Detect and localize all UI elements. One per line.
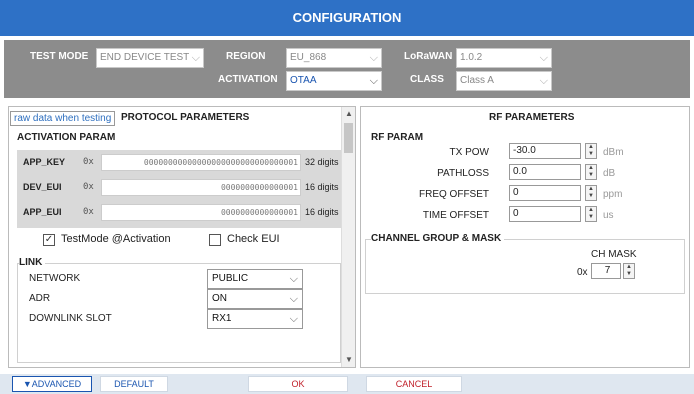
- activation-label: ACTIVATION: [218, 74, 278, 85]
- digits-hint: 16 digits: [305, 207, 339, 217]
- spinner-icon[interactable]: ▲ ▼: [585, 185, 597, 201]
- spinner-icon[interactable]: ▲ ▼: [585, 206, 597, 222]
- dev-eui-label: DEV_EUI: [23, 182, 62, 192]
- app-key-row: APP_KEY 0x 00000000000000000000000000000…: [17, 154, 343, 172]
- digits-hint: 32 digits: [305, 157, 339, 167]
- chevron-down-icon: ⌵: [289, 293, 298, 305]
- tx-pow-label: TX POW: [449, 147, 489, 158]
- freq-offset-label: FREQ OFFSET: [419, 189, 489, 200]
- digits-hint: 16 digits: [305, 182, 339, 192]
- freq-offset-input[interactable]: 0: [509, 185, 581, 201]
- rf-parameters-panel: RF PARAMETERS RF PARAM TX POW -30.0 ▲ ▼ d…: [360, 106, 690, 368]
- checkbox-icon: [209, 234, 221, 246]
- channel-group-section: [365, 239, 685, 294]
- ch-mask-prefix: 0x: [577, 267, 588, 278]
- ch-mask-label: CH MASK: [591, 249, 637, 260]
- test-mode-value: END DEVICE TEST: [100, 52, 190, 63]
- protocol-title: PROTOCOL PARAMETERS: [121, 112, 250, 123]
- activation-keys-block: APP_KEY 0x 00000000000000000000000000000…: [17, 150, 343, 228]
- ch-mask-input[interactable]: 7: [591, 263, 621, 279]
- channel-group-title: CHANNEL GROUP & MASK: [371, 233, 505, 244]
- class-value: Class A: [460, 75, 494, 86]
- lorawan-value: 1.0.2: [460, 52, 483, 63]
- testmode-activation-checkbox[interactable]: ✓ TestMode @Activation: [43, 233, 193, 249]
- tx-pow-input[interactable]: -30.0: [509, 143, 581, 159]
- test-mode-label: TEST MODE: [30, 51, 89, 62]
- chevron-down-icon: ⌵: [369, 75, 378, 87]
- dev-eui-row: DEV_EUI 0x 0000000000000001 16 digits: [17, 179, 343, 197]
- rf-title: RF PARAMETERS: [489, 112, 575, 123]
- spinner-icon[interactable]: ▲ ▼: [623, 263, 635, 279]
- checkmark-icon: ✓: [43, 234, 55, 246]
- adr-select[interactable]: ON ⌵: [207, 289, 303, 309]
- settings-bar: TEST MODE END DEVICE TEST ⌵ REGION EU_86…: [4, 40, 690, 98]
- downlink-slot-label: DOWNLINK SLOT: [29, 313, 112, 324]
- pathloss-unit: dB: [603, 168, 616, 179]
- chevron-down-icon: ⌵: [539, 52, 548, 64]
- class-label: CLASS: [410, 74, 444, 85]
- ok-button[interactable]: OK: [248, 376, 348, 392]
- activation-select[interactable]: OTAA ⌵: [286, 71, 382, 91]
- default-button[interactable]: DEFAULT: [100, 376, 168, 392]
- spinner-icon[interactable]: ▲ ▼: [585, 143, 597, 159]
- network-value: PUBLIC: [212, 273, 249, 284]
- app-eui-row: APP_EUI 0x 0000000000000001 16 digits: [17, 204, 343, 222]
- action-bar: ▼ADVANCED DEFAULT OK CANCEL: [0, 374, 694, 394]
- check-eui-checkbox[interactable]: Check EUI: [209, 233, 309, 249]
- adr-value: ON: [212, 293, 227, 304]
- cancel-button[interactable]: CANCEL: [366, 376, 462, 392]
- activation-param-title: ACTIVATION PARAM: [17, 132, 119, 143]
- scroll-up-icon[interactable]: ▲: [342, 107, 356, 121]
- advanced-button[interactable]: ▼ADVANCED: [12, 376, 92, 392]
- rf-param-title: RF PARAM: [371, 132, 427, 143]
- hex-prefix: 0x: [83, 157, 94, 167]
- vertical-scrollbar[interactable]: ▲ ▼: [341, 107, 355, 367]
- chevron-down-icon: ⌵: [369, 52, 378, 64]
- app-key-label: APP_KEY: [23, 157, 66, 167]
- protocol-parameters-panel: PROTOCOL PARAMETERS raw data when testin…: [8, 106, 356, 368]
- lorawan-label: LoRaWAN: [404, 51, 453, 62]
- spinner-icon[interactable]: ▲ ▼: [585, 164, 597, 180]
- lorawan-select[interactable]: 1.0.2 ⌵: [456, 48, 552, 68]
- testmode-activation-label: TestMode @Activation: [61, 233, 171, 245]
- network-label: NETWORK: [29, 273, 81, 284]
- time-offset-label: TIME OFFSET: [422, 210, 489, 221]
- time-offset-input[interactable]: 0: [509, 206, 581, 222]
- chevron-down-icon: ⌵: [539, 75, 548, 87]
- chevron-down-icon: ⌵: [289, 313, 298, 325]
- pathloss-label: PATHLOSS: [437, 168, 489, 179]
- scroll-down-icon[interactable]: ▼: [342, 353, 356, 367]
- app-eui-label: APP_EUI: [23, 207, 62, 217]
- adr-label: ADR: [29, 293, 51, 304]
- downlink-slot-value: RX1: [212, 313, 232, 324]
- class-select[interactable]: Class A ⌵: [456, 71, 552, 91]
- region-value: EU_868: [290, 52, 327, 63]
- scroll-thumb[interactable]: [344, 123, 353, 153]
- region-select[interactable]: EU_868 ⌵: [286, 48, 382, 68]
- app-key-input[interactable]: 00000000000000000000000000000001: [101, 154, 301, 171]
- freq-offset-unit: ppm: [603, 189, 623, 200]
- network-select[interactable]: PUBLIC ⌵: [207, 269, 303, 289]
- downlink-slot-select[interactable]: RX1 ⌵: [207, 309, 303, 329]
- chevron-down-icon: ⌵: [289, 273, 298, 285]
- tx-pow-unit: dBm: [603, 147, 624, 158]
- tooltip: raw data when testing: [10, 111, 116, 126]
- pathloss-input[interactable]: 0.0: [509, 164, 581, 180]
- window-title: CONFIGURATION: [0, 0, 694, 36]
- link-title: LINK: [19, 257, 46, 268]
- test-mode-select[interactable]: END DEVICE TEST ⌵: [96, 48, 204, 68]
- dev-eui-input[interactable]: 0000000000000001: [101, 179, 301, 196]
- hex-prefix: 0x: [83, 207, 94, 217]
- app-eui-input[interactable]: 0000000000000001: [101, 204, 301, 221]
- chevron-down-icon: ⌵: [191, 52, 200, 64]
- hex-prefix: 0x: [83, 182, 94, 192]
- activation-value: OTAA: [290, 75, 317, 86]
- time-offset-unit: us: [603, 210, 614, 221]
- check-eui-label: Check EUI: [227, 233, 280, 245]
- region-label: REGION: [226, 51, 266, 62]
